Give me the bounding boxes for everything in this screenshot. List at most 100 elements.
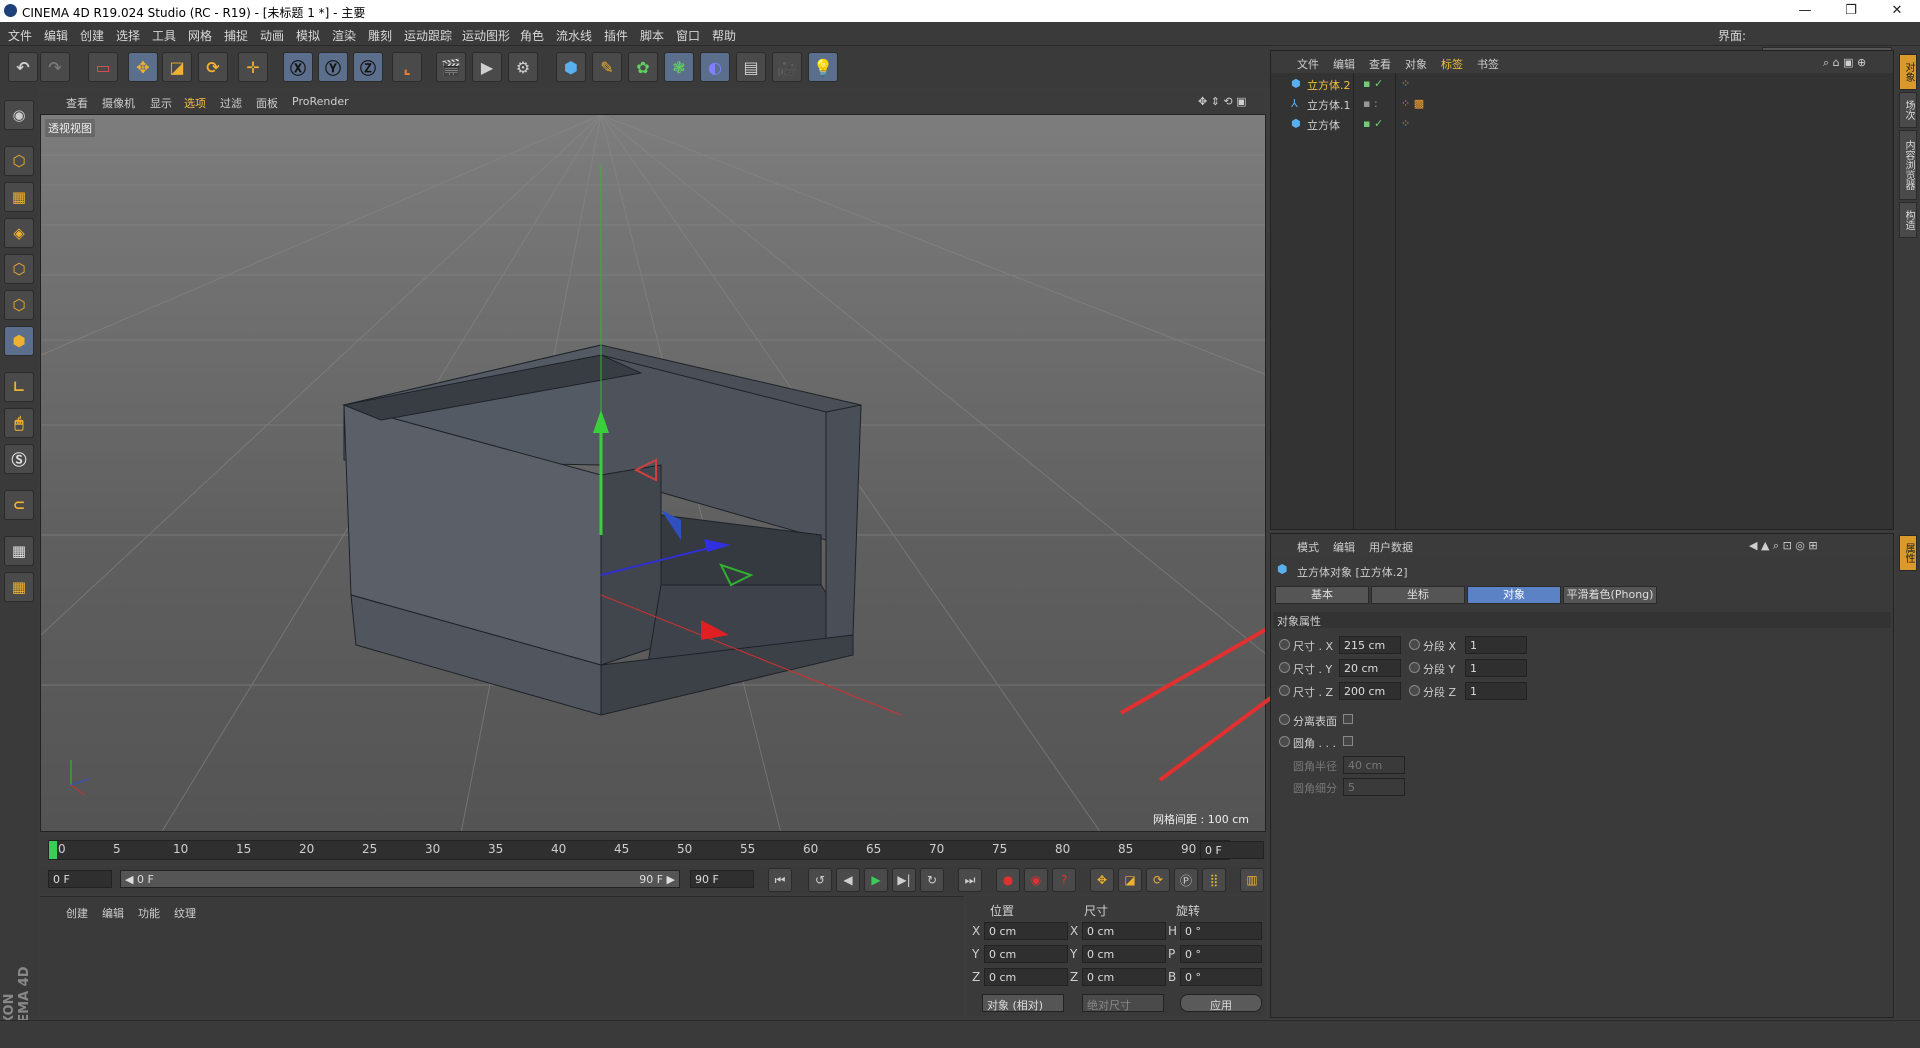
viewport-menu-camera[interactable]: 摄像机	[102, 95, 135, 111]
fillet-checkbox[interactable]	[1343, 736, 1353, 746]
position-z-field[interactable]: 0 cm	[984, 968, 1068, 986]
render-settings-icon[interactable]: ⚙	[508, 52, 538, 82]
object-name[interactable]: 立方体.2	[1307, 77, 1351, 93]
snap-icon[interactable]: ⊂	[4, 490, 34, 520]
tab-basic[interactable]: 基本	[1275, 586, 1369, 604]
menu-plugins[interactable]: 插件	[604, 27, 628, 44]
workplane-mode-icon[interactable]: ◈	[4, 218, 34, 248]
axis-mode-icon[interactable]: ∟	[4, 372, 34, 402]
record-key-icon[interactable]: ●	[996, 868, 1020, 892]
position-y-field[interactable]: 0 cm	[984, 945, 1068, 963]
recent-tool-icon[interactable]: ✛	[238, 52, 268, 82]
keyframe-selection-icon[interactable]: ?	[1052, 868, 1076, 892]
edges-mode-icon[interactable]: ⬡	[4, 290, 34, 320]
autokey-icon[interactable]: ◉	[1024, 868, 1048, 892]
prev-key-icon[interactable]: ↺	[808, 868, 832, 892]
anim-radio-icon[interactable]	[1409, 639, 1420, 650]
minimize-button[interactable]: —	[1782, 0, 1828, 22]
next-frame-icon[interactable]: ▶|	[892, 868, 916, 892]
menu-help[interactable]: 帮助	[712, 27, 736, 44]
size-z-field[interactable]: 0 cm	[1082, 968, 1166, 986]
phong-tag-icon[interactable]: ⁘	[1401, 117, 1410, 130]
play-icon[interactable]: ▶	[864, 868, 888, 892]
object-name[interactable]: 立方体.1	[1307, 97, 1351, 113]
redo-button[interactable]: ↷	[40, 52, 70, 82]
menu-character[interactable]: 角色	[520, 27, 544, 44]
live-selection-icon[interactable]: ▭	[88, 52, 118, 82]
viewport-menu-options[interactable]: 选项	[184, 95, 206, 111]
fillet-radius-input[interactable]: 40 cm	[1343, 756, 1405, 774]
model-mode-icon[interactable]: ⬡	[4, 146, 34, 176]
rotation-b-field[interactable]: 0 °	[1180, 968, 1262, 986]
subdivision-surface-icon[interactable]: ✿	[628, 52, 658, 82]
menu-script[interactable]: 脚本	[640, 27, 664, 44]
anim-radio-icon[interactable]	[1409, 685, 1420, 696]
object-menu-objects[interactable]: 对象	[1405, 56, 1427, 72]
current-frame-field[interactable]: 0 F	[1200, 841, 1264, 859]
y-axis-lock-icon[interactable]: Ⓨ	[318, 52, 348, 82]
tab-phong[interactable]: 平滑着色(Phong)	[1563, 586, 1657, 604]
cloner-icon[interactable]: ❃	[664, 52, 694, 82]
lock-workplane-icon[interactable]: ▦	[4, 536, 34, 566]
side-tab-content-browser[interactable]: 内容浏览器	[1899, 130, 1917, 200]
viewport-menu-panel[interactable]: 面板	[256, 95, 278, 111]
menu-window[interactable]: 窗口	[676, 27, 700, 44]
undo-button[interactable]: ↶	[8, 52, 38, 82]
object-row[interactable]: ⅄ 立方体.1 ▪ : ⁘ ▩	[1271, 97, 1893, 117]
search-icon[interactable]: ⌕ ⌂ ▣ ⊕	[1823, 56, 1866, 70]
attr-menu-userdata[interactable]: 用户数据	[1369, 539, 1413, 555]
side-tab-objects[interactable]: 对象	[1899, 54, 1917, 90]
light-icon[interactable]: 💡	[808, 52, 838, 82]
menu-file[interactable]: 文件	[8, 27, 32, 44]
menu-animate[interactable]: 动画	[260, 27, 284, 44]
maximize-button[interactable]: ❐	[1828, 0, 1874, 22]
side-tab-attributes[interactable]: 属性	[1899, 535, 1917, 571]
coord-mode-select[interactable]: 对象 (相对)	[982, 994, 1064, 1012]
floor-icon[interactable]: ▤	[736, 52, 766, 82]
visibility-dots-icon[interactable]: ▪ :	[1363, 97, 1378, 110]
playhead-marker[interactable]	[49, 841, 57, 859]
points-mode-icon[interactable]: ⬡	[4, 254, 34, 284]
attr-menu-edit[interactable]: 编辑	[1333, 539, 1355, 555]
phong-tag-icon[interactable]: ⁘ ▩	[1401, 97, 1424, 110]
menu-snap[interactable]: 捕捉	[224, 27, 248, 44]
object-menu-bookmarks[interactable]: 书签	[1477, 56, 1499, 72]
size-y-input[interactable]: 20 cm	[1339, 659, 1401, 677]
material-menu-edit[interactable]: 编辑	[102, 905, 124, 921]
anim-radio-icon[interactable]	[1279, 685, 1290, 696]
menu-motion-tracking[interactable]: 运动跟踪	[404, 27, 452, 44]
viewport-menu-view[interactable]: 查看	[66, 95, 88, 111]
tweak-mode-icon[interactable]: 🖱	[4, 408, 34, 438]
rotation-h-field[interactable]: 0 °	[1180, 922, 1262, 940]
perspective-viewport[interactable]: 透视视图 网格间距 : 100 cm	[40, 114, 1266, 832]
anim-radio-icon[interactable]	[1279, 662, 1290, 673]
object-menu-file[interactable]: 文件	[1297, 56, 1319, 72]
go-to-start-icon[interactable]: ⏮	[768, 868, 792, 892]
object-row[interactable]: ⬢ 立方体.2 ▪ ✓ ⁘	[1271, 77, 1893, 97]
side-tab-takes[interactable]: 场次	[1899, 92, 1917, 128]
attr-menu-mode[interactable]: 模式	[1297, 539, 1319, 555]
size-x-input[interactable]: 215 cm	[1339, 636, 1401, 654]
timeline-window-icon[interactable]: ▥	[1240, 868, 1264, 892]
tab-coordinates[interactable]: 坐标	[1371, 586, 1465, 604]
anim-radio-icon[interactable]	[1279, 639, 1290, 650]
key-scale-icon[interactable]: ◪	[1118, 868, 1142, 892]
size-x-field[interactable]: 0 cm	[1082, 922, 1166, 940]
move-tool-icon[interactable]: ✥	[128, 52, 158, 82]
tab-object[interactable]: 对象	[1467, 586, 1561, 604]
segments-x-input[interactable]: 1	[1465, 636, 1527, 654]
key-pla-icon[interactable]: ⣿	[1202, 868, 1226, 892]
segments-y-input[interactable]: 1	[1465, 659, 1527, 677]
camera-icon[interactable]: 🎥	[772, 52, 802, 82]
key-position-icon[interactable]: ✥	[1090, 868, 1114, 892]
viewport-nav-icon[interactable]: ✥ ⇕ ⟲ ▣	[1198, 95, 1247, 108]
anim-radio-icon[interactable]	[1279, 736, 1290, 747]
make-editable-icon[interactable]: ◉	[4, 100, 34, 130]
segments-z-input[interactable]: 1	[1465, 682, 1527, 700]
anim-radio-icon[interactable]	[1279, 714, 1290, 725]
z-axis-lock-icon[interactable]: Ⓩ	[353, 52, 383, 82]
start-frame-field[interactable]: 0 F	[48, 870, 112, 888]
texture-mode-icon[interactable]: ▦	[4, 182, 34, 212]
polygons-mode-icon[interactable]: ⬢	[4, 326, 34, 356]
key-param-icon[interactable]: Ⓟ	[1174, 868, 1198, 892]
